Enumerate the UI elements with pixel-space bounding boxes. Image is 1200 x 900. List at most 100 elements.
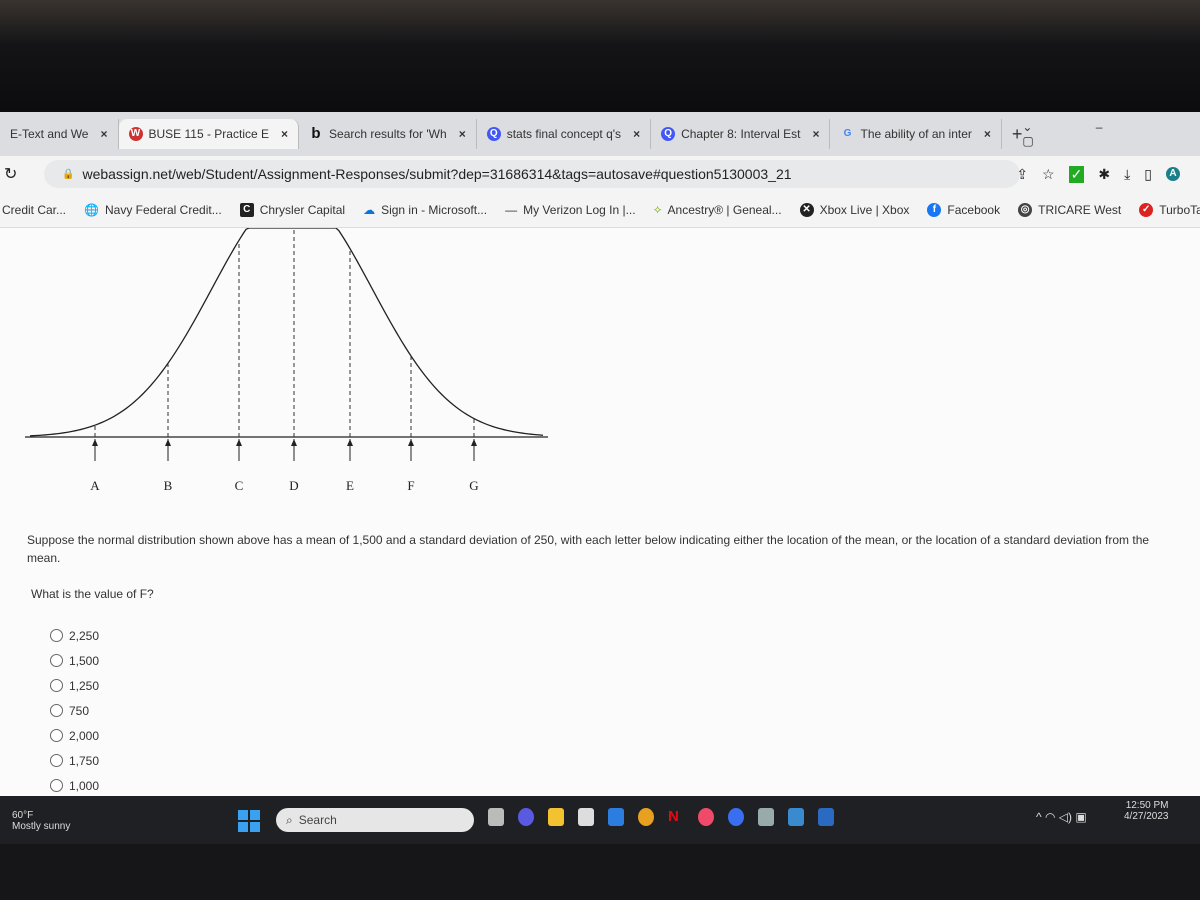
bookmark[interactable]: ✕ Xbox Live | Xbox (799, 202, 909, 217)
system-tray[interactable]: ^ ◠ ◁) ▣ (1036, 810, 1087, 824)
extension-check-icon[interactable]: ✓ (1068, 165, 1085, 183)
option[interactable]: 1,500 (50, 648, 99, 673)
option-label: 1,750 (69, 753, 100, 768)
onedrive-icon: ☁ (363, 202, 376, 217)
tab-label: E-Text and We (10, 127, 89, 141)
media-icon[interactable] (728, 808, 744, 826)
calculator-icon[interactable] (758, 808, 774, 826)
close-icon[interactable]: × (812, 127, 819, 141)
facebook-icon: f (927, 202, 942, 217)
xbox-icon: ✕ (799, 202, 814, 217)
radio-button[interactable] (50, 629, 63, 642)
url-field[interactable]: 🔒 webassign.net/web/Student/Assignment-Re… (44, 160, 1020, 188)
close-icon[interactable]: × (281, 127, 288, 141)
star-icon[interactable]: ☆ (1042, 166, 1055, 183)
page-content: A B C D E F G Suppose the normal distribution … (0, 228, 1200, 796)
share-icon[interactable]: ⇪ (1016, 166, 1028, 183)
close-icon[interactable]: × (100, 127, 107, 141)
normal-distribution-diagram: A B C D E F G (25, 228, 548, 493)
taskbar: 60°F Mostly sunny ⌕ Search N ^ ◠ ◁) ▣ 12:5… (0, 796, 1200, 844)
webassign-icon: W (128, 127, 143, 141)
point-label-c: C (235, 478, 244, 493)
radio-button[interactable] (50, 704, 63, 717)
close-icon[interactable]: × (633, 127, 640, 141)
close-icon[interactable]: × (459, 127, 466, 141)
taskbar-search[interactable]: ⌕ Search (276, 808, 474, 832)
date: 4/27/2023 (1124, 811, 1169, 822)
store-icon[interactable] (578, 808, 594, 826)
tab-google[interactable]: G The ability of an inter × (830, 119, 1002, 149)
point-label-b: B (164, 478, 173, 493)
google-icon: G (843, 128, 852, 139)
bookmark-label: Sign in - Microsoft... (381, 202, 488, 217)
file-explorer-icon[interactable] (548, 808, 564, 826)
option[interactable]: 1,250 (50, 673, 99, 698)
close-icon[interactable]: × (984, 127, 991, 141)
reload-icon[interactable]: ↻ (4, 164, 17, 184)
tab-quizlet-1[interactable]: Qstats final concept q's × (477, 119, 652, 149)
option[interactable]: 1,750 (50, 748, 99, 773)
address-bar-row: ↻ 🔒 webassign.net/web/Student/Assignment-… (0, 156, 1200, 192)
option-label: 1,000 (69, 778, 100, 793)
option-label: 1,500 (69, 653, 100, 668)
start-button[interactable] (238, 810, 260, 832)
mail-icon[interactable] (608, 808, 624, 826)
tab-etext[interactable]: E-Text and We × (0, 119, 119, 149)
task-view-icon[interactable] (488, 808, 504, 826)
weather-widget[interactable]: 60°F Mostly sunny (12, 810, 70, 832)
option[interactable]: 1,000 (50, 773, 99, 796)
clock[interactable]: 12:50 PM 4/27/2023 (1124, 800, 1169, 822)
radio-button[interactable] (50, 779, 63, 792)
extensions-icon[interactable]: ✱ (1098, 166, 1110, 183)
option[interactable]: 750 (50, 698, 99, 723)
laptop-bezel-bottom (0, 844, 1200, 900)
tab-label: stats final concept q's (506, 127, 622, 141)
app-icon[interactable] (788, 808, 804, 826)
bookmark[interactable]: f Facebook (927, 202, 1000, 217)
tab-label: The ability of an inter (860, 127, 972, 141)
bookmark[interactable]: ✓ TurboTax (1139, 202, 1200, 217)
point-label-a: A (90, 478, 100, 493)
sidepanel-icon[interactable]: ▯ (1144, 166, 1152, 183)
tab-bing[interactable]: b Search results for 'Wh × (299, 119, 477, 149)
bookmark[interactable]: ◎ TRICARE West (1018, 202, 1121, 217)
tab-buse[interactable]: W BUSE 115 - Practice E × (118, 119, 300, 149)
teams-icon[interactable] (518, 808, 534, 826)
bookmark[interactable]: ⟡ Ancestry® | Geneal... (654, 202, 782, 217)
bookmark[interactable]: C Chrysler Capital (239, 202, 346, 217)
app-icon[interactable] (818, 808, 834, 826)
download-icon[interactable]: ⤓ (1124, 166, 1130, 183)
netflix-icon[interactable]: N (668, 808, 684, 826)
bookmark-label: Ancestry® | Geneal... (667, 202, 782, 217)
bookmark[interactable]: Credit Car... (2, 203, 66, 217)
tab-label: Chapter 8: Interval Est (681, 127, 801, 141)
radio-button[interactable] (50, 654, 63, 667)
radio-button[interactable] (50, 679, 63, 692)
bookmark-label: Chrysler Capital (259, 202, 346, 217)
option-label: 2,250 (69, 628, 100, 643)
tab-quizlet-2[interactable]: Q Chapter 8: Interval Est × (651, 119, 831, 149)
bookmark-label: My Verizon Log In |... (523, 202, 636, 217)
chrome-icon[interactable] (638, 808, 654, 826)
radio-button[interactable] (50, 729, 63, 742)
option[interactable]: 2,250 (50, 623, 99, 648)
time: 12:50 PM (1125, 800, 1169, 811)
bookmark[interactable]: — My Verizon Log In |... (505, 203, 636, 217)
new-tab-button[interactable]: + (1012, 124, 1023, 145)
radio-button[interactable] (50, 754, 63, 767)
question-prompt: What is the value of F? (31, 587, 154, 601)
option[interactable]: 2,000 (50, 723, 99, 748)
bookmark[interactable]: 🌐 Navy Federal Credit... (84, 203, 222, 217)
point-label-f: F (407, 478, 414, 493)
profile-avatar[interactable]: A (1166, 167, 1180, 181)
tab-label: Search results for 'Wh (329, 127, 447, 141)
search-label: Search (298, 813, 337, 827)
turbotax-icon: ✓ (1139, 202, 1154, 217)
arrow-head (165, 439, 171, 446)
quizlet-icon: Q (661, 127, 676, 141)
tab-strip: E-Text and We × W BUSE 115 - Practice E × b… (0, 112, 1200, 156)
window-controls[interactable]: ⌄ – ▢ (1022, 120, 1176, 148)
quizlet-icon: Q (486, 127, 501, 141)
bookmark[interactable]: ☁ Sign in - Microsoft... (363, 203, 487, 217)
music-icon[interactable] (698, 808, 714, 826)
